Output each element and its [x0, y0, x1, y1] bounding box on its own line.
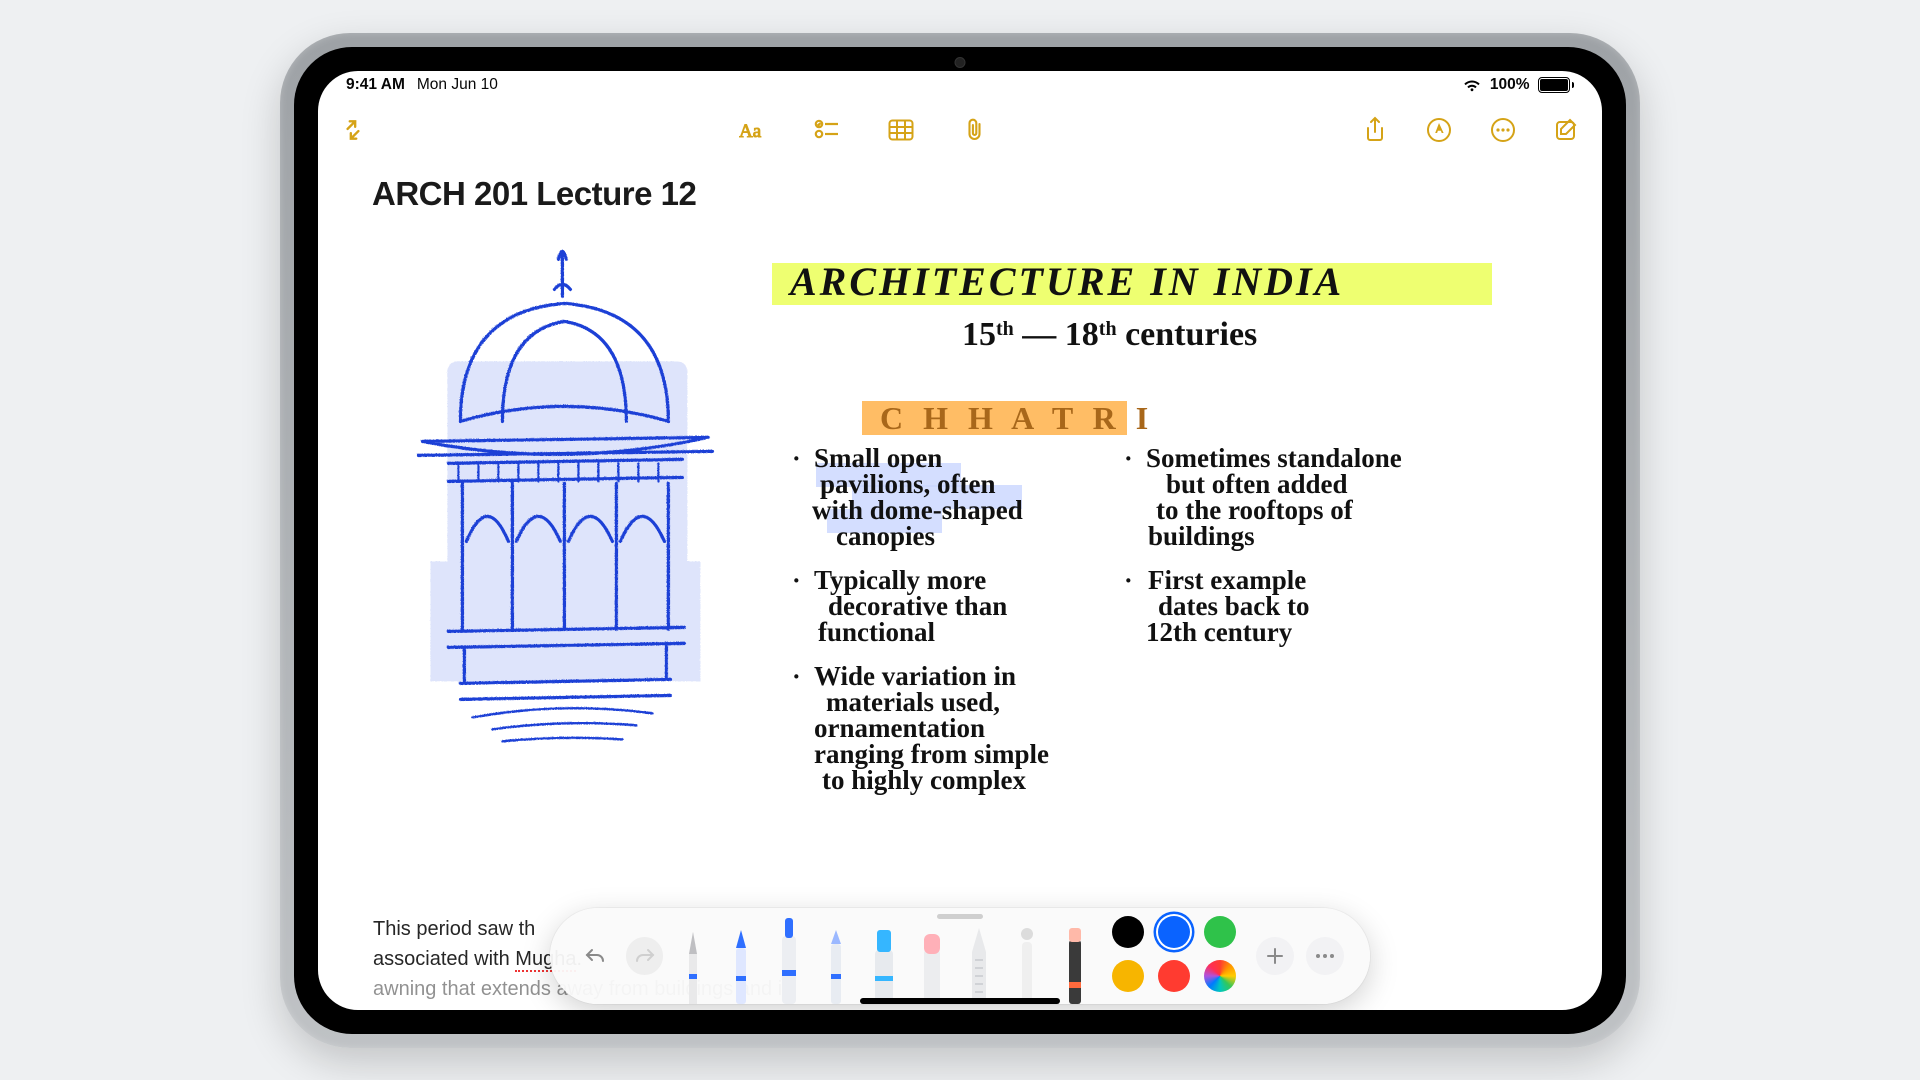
checklist-icon[interactable]	[810, 113, 844, 147]
tool-fill[interactable]	[1053, 922, 1097, 1004]
palette-drag-handle[interactable]	[937, 914, 983, 919]
tool-highlighter[interactable]	[862, 922, 906, 1004]
svg-text:functional: functional	[818, 617, 936, 647]
more-icon[interactable]	[1486, 113, 1520, 147]
home-indicator[interactable]	[860, 998, 1060, 1004]
tool-marker[interactable]	[767, 922, 811, 1004]
handwriting-canvas[interactable]: ARCHITECTURE IN INDIA 15th — 18th centur…	[372, 231, 1548, 871]
markup-icon[interactable]	[1422, 113, 1456, 147]
status-time: 9:41 AM	[346, 76, 405, 94]
ipad-frame: 9:41 AM Mon Jun 10 100%	[280, 33, 1640, 1048]
typed-line-2a: associated with	[373, 948, 515, 970]
note-body[interactable]: ARCH 201 Lecture 12	[318, 157, 1602, 1010]
svg-text:buildings: buildings	[1148, 521, 1255, 551]
svg-text:12th century: 12th century	[1146, 617, 1293, 647]
share-icon[interactable]	[1358, 113, 1392, 147]
svg-text:·: ·	[792, 566, 801, 595]
hand-heading: ARCHITECTURE IN INDIA	[787, 259, 1344, 304]
svg-text:Aa: Aa	[739, 121, 762, 142]
hand-subheading: 15th — 18th centuries	[962, 316, 1257, 353]
redo-button[interactable]	[626, 937, 664, 975]
status-bar: 9:41 AM Mon Jun 10 100%	[318, 71, 1602, 99]
wifi-icon	[1462, 78, 1482, 93]
tool-ruler[interactable]	[957, 922, 1001, 1004]
battery-pct: 100%	[1490, 76, 1530, 94]
swatch-yellow[interactable]	[1112, 960, 1144, 992]
tool-pencil[interactable]	[719, 922, 763, 1004]
svg-text:·: ·	[1124, 566, 1133, 595]
note-title: ARCH 201 Lecture 12	[372, 175, 1548, 213]
text-format-icon[interactable]: Aa	[736, 113, 770, 147]
swatch-color-picker[interactable]	[1204, 960, 1236, 992]
typed-line-1: This period saw th	[373, 918, 535, 940]
compose-icon[interactable]	[1550, 113, 1584, 147]
hand-section: C H H A T R I	[880, 400, 1154, 436]
svg-text:canopies: canopies	[836, 521, 935, 551]
ipad-bezel: 9:41 AM Mon Jun 10 100%	[294, 47, 1626, 1034]
tool-crayon[interactable]	[814, 922, 858, 1004]
palette-more-button[interactable]	[1306, 937, 1344, 975]
status-date: Mon Jun 10	[417, 76, 498, 94]
swatch-red[interactable]	[1158, 960, 1190, 992]
battery-icon	[1538, 77, 1575, 93]
collapse-sidebar-icon[interactable]	[336, 113, 370, 147]
color-swatches	[1112, 916, 1240, 996]
svg-text:to highly complex: to highly complex	[822, 765, 1027, 795]
table-icon[interactable]	[884, 113, 918, 147]
undo-button[interactable]	[576, 937, 614, 975]
svg-text:·: ·	[792, 444, 801, 473]
notes-toolbar: Aa	[318, 105, 1602, 155]
tool-lasso[interactable]	[1005, 922, 1049, 1004]
swatch-blue[interactable]	[1158, 916, 1190, 948]
swatch-black[interactable]	[1112, 916, 1144, 948]
svg-text:·: ·	[792, 662, 801, 691]
add-tool-button[interactable]	[1256, 937, 1294, 975]
svg-text:·: ·	[1124, 444, 1133, 473]
markup-tool-palette[interactable]	[550, 908, 1370, 1004]
front-camera	[955, 57, 966, 68]
tool-eraser[interactable]	[910, 922, 954, 1004]
swatch-green[interactable]	[1204, 916, 1236, 948]
tool-pen[interactable]	[671, 922, 715, 1004]
attachment-icon[interactable]	[958, 113, 992, 147]
screen: 9:41 AM Mon Jun 10 100%	[318, 71, 1602, 1010]
